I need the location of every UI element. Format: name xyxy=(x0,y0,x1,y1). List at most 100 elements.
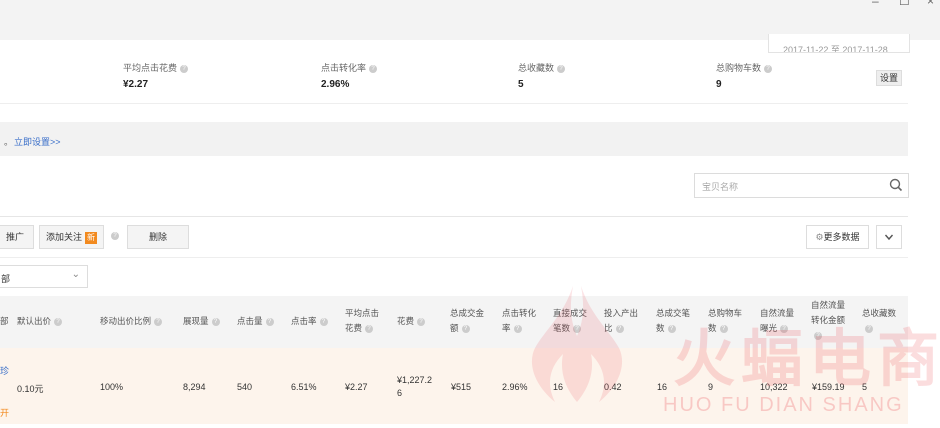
chevron-down-icon[interactable] xyxy=(876,225,902,249)
metrics-bar: 平均点击花费? ¥2.27 点击转化率? 2.96% 总收藏数? 5 总购物车数… xyxy=(0,51,908,104)
help-icon[interactable]: ? xyxy=(461,324,470,333)
cell-cost: ¥1,227.2 6 xyxy=(397,375,432,398)
metric-favorites: 总收藏数? 5 xyxy=(518,61,566,90)
search-icon[interactable] xyxy=(888,177,904,193)
cell-avg-cpc: ¥2.27 xyxy=(345,382,368,392)
help-icon[interactable]: ? xyxy=(615,324,624,333)
col-header-label: 数 xyxy=(656,323,665,333)
col-header-natural-amount[interactable]: 自然流量 转化金额? xyxy=(811,298,845,343)
col-header-gmv[interactable]: 总成交金额? xyxy=(450,306,484,336)
help-icon[interactable]: ? xyxy=(154,317,163,326)
cell-roi: 0.42 xyxy=(604,382,622,392)
help-icon[interactable]: ? xyxy=(667,324,676,333)
col-header-default-bid[interactable]: 默认出价? xyxy=(17,314,63,329)
cell-cart: 9 xyxy=(708,382,714,392)
cell-natural-amount: ¥159.19 xyxy=(812,382,845,392)
help-icon[interactable]: ? xyxy=(764,64,773,73)
col-header-label: 总成交金 xyxy=(450,308,485,318)
cell-mobile-ratio: 100% xyxy=(100,382,124,392)
col-header-label: 默认出价 xyxy=(17,316,52,326)
metric-label: 点击转化率 xyxy=(321,63,367,73)
col-header-ctr[interactable]: 点击率? xyxy=(291,314,328,329)
col-header-clicks[interactable]: 点击量? xyxy=(237,314,274,329)
help-icon[interactable]: ? xyxy=(780,324,789,333)
metric-value: ¥2.27 xyxy=(123,79,149,90)
metric-cart: 总购物车数? 9 xyxy=(716,61,773,90)
col-header-direct-orders[interactable]: 直接成交笔数? xyxy=(553,306,587,336)
col-header-impressions[interactable]: 展现量? xyxy=(183,314,220,329)
col-header-label: 转化金额 xyxy=(811,315,846,325)
help-icon[interactable]: ? xyxy=(417,317,426,326)
col-header-label: 移动出价比例 xyxy=(100,316,152,326)
minimize-icon[interactable]: – xyxy=(872,0,879,8)
help-icon[interactable]: ? xyxy=(265,317,274,326)
row-toggle-link[interactable]: 开 xyxy=(0,406,9,419)
setup-now-link[interactable]: 立即设置>> xyxy=(14,135,61,148)
status-filter-select[interactable]: 部 ⌄ xyxy=(0,265,88,288)
col-header-avg-cpc[interactable]: 平均点击 花费? xyxy=(345,306,379,336)
cell-impressions: 8,294 xyxy=(183,382,206,392)
col-header-label: 花费 xyxy=(345,323,363,333)
col-header-orders[interactable]: 总成交笔数? xyxy=(656,306,690,336)
col-header-label: 数 xyxy=(708,323,717,333)
cell-natural-exposure: 10,322 xyxy=(760,382,788,392)
help-icon[interactable]: ? xyxy=(573,324,582,333)
metric-value: 9 xyxy=(716,79,722,90)
settings-button[interactable]: 设置 xyxy=(876,70,902,86)
help-icon[interactable]: ? xyxy=(369,64,378,73)
col-header-natural-exposure[interactable]: 自然流量 曝光? xyxy=(760,306,794,336)
metric-value: 5 xyxy=(518,79,524,90)
more-data-label: 更多数据 xyxy=(823,232,860,242)
cell-clicks: 540 xyxy=(237,382,253,392)
help-icon[interactable]: ? xyxy=(719,324,728,333)
col-header-label: 点击转化 xyxy=(502,308,537,318)
col-header-label: 总成交笔 xyxy=(656,308,691,318)
promote-button[interactable]: 推广 xyxy=(0,225,34,249)
close-icon[interactable]: × xyxy=(927,0,934,8)
col-header-favorites[interactable]: 总收藏数? xyxy=(862,306,896,336)
col-header-label: 花费 xyxy=(397,316,415,326)
col-header-mobile-ratio[interactable]: 移动出价比例? xyxy=(100,314,163,329)
cell-cost-line: 6 xyxy=(397,388,403,398)
help-icon[interactable]: ? xyxy=(111,232,119,240)
help-icon[interactable]: ? xyxy=(54,317,63,326)
help-icon[interactable]: ? xyxy=(365,324,374,333)
help-icon[interactable]: ? xyxy=(557,64,566,73)
table-header: 部 默认出价? 移动出价比例? 展现量? 点击量? 点击率? 平均点击 花费? 花… xyxy=(0,296,908,348)
metric-label: 总购物车数 xyxy=(716,63,762,73)
search-placeholder: 宝贝名称 xyxy=(702,182,739,192)
col-header-label: 点击率 xyxy=(291,316,317,326)
more-data-button[interactable]: ⚙更多数据 xyxy=(806,225,869,249)
maximize-icon[interactable]: ☐ xyxy=(899,0,910,8)
cell-direct-orders: 16 xyxy=(553,382,564,392)
delete-button[interactable]: 删除 xyxy=(127,225,189,249)
metric-label: 平均点击花费 xyxy=(123,63,178,73)
col-header-label: 率 xyxy=(502,323,511,333)
help-icon[interactable]: ? xyxy=(319,317,328,326)
help-icon[interactable]: ? xyxy=(180,64,189,73)
col-header: 部 xyxy=(0,316,9,326)
col-header-cart[interactable]: 总购物车数? xyxy=(708,306,742,336)
filter-value: 部 xyxy=(1,274,11,284)
col-header-label: 直接成交 xyxy=(553,308,588,318)
col-header-label: 额 xyxy=(450,323,459,333)
metric-cvr: 点击转化率? 2.96% xyxy=(321,61,378,90)
help-icon[interactable]: ? xyxy=(513,324,522,333)
help-icon[interactable]: ? xyxy=(211,317,220,326)
col-header-label: 曝光 xyxy=(760,323,778,333)
col-header-cvr[interactable]: 点击转化率? xyxy=(502,306,536,336)
col-header-cost[interactable]: 花费? xyxy=(397,314,426,329)
col-header-roi[interactable]: 投入产出比? xyxy=(604,306,638,336)
help-icon[interactable]: ? xyxy=(814,331,822,340)
table-row[interactable]: 珍 开 0.10元 100% 8,294 540 6.51% ¥2.27 ¥1,… xyxy=(0,348,908,424)
search-input[interactable]: 宝贝名称 xyxy=(694,173,909,198)
add-follow-button[interactable]: 添加关注新 xyxy=(39,225,104,249)
cell-favorites: 5 xyxy=(862,382,868,392)
col-header-label: 总购物车 xyxy=(708,308,743,318)
help-icon[interactable]: ? xyxy=(865,324,873,333)
notice-bar: 。 立即设置>> xyxy=(0,122,908,156)
col-header-label: 展现量 xyxy=(183,316,209,326)
cell-default-bid[interactable]: 0.10元 xyxy=(17,382,44,395)
col-header-label: 笔数 xyxy=(553,323,571,333)
cell-orders: 16 xyxy=(657,382,668,392)
